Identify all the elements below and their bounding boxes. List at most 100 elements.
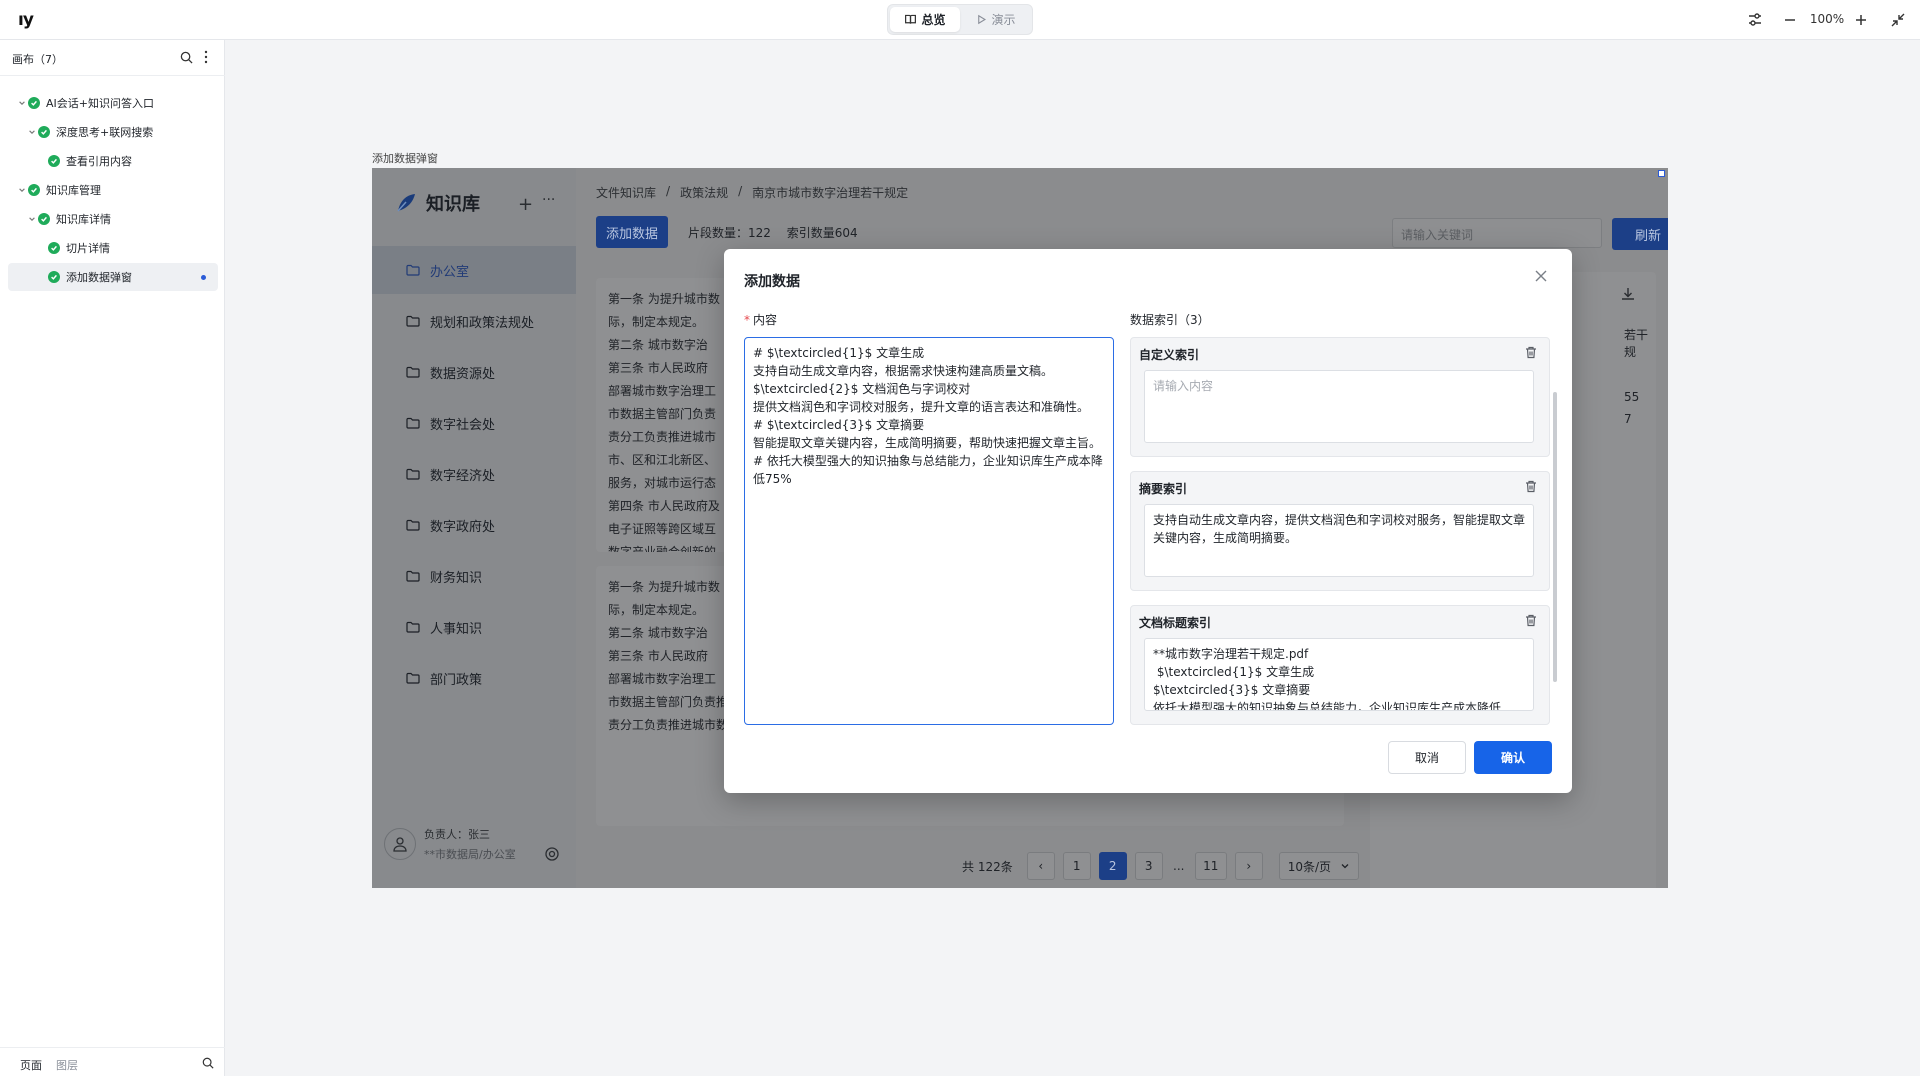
chevron-down-icon[interactable]	[16, 186, 28, 194]
pager-page[interactable]: 11	[1194, 852, 1227, 880]
custom-index-card: 自定义索引 请输入内容	[1130, 337, 1550, 457]
tree-item-label: 查看引用内容	[66, 155, 132, 168]
close-icon[interactable]	[1534, 269, 1548, 283]
tree-item[interactable]: 知识库详情	[8, 205, 218, 233]
breadcrumb-sep: /	[738, 184, 743, 198]
add-icon[interactable]: +	[518, 194, 533, 215]
owner-name: 负责人：张三	[424, 828, 490, 841]
side-nav-item[interactable]: 数据资源处	[372, 348, 576, 396]
pager-page[interactable]: 1	[1062, 852, 1091, 880]
more-vertical-icon[interactable]	[204, 50, 208, 64]
tree-item-label: 添加数据弹窗	[66, 271, 132, 284]
tree-item[interactable]: 查看引用内容	[8, 147, 218, 175]
breadcrumb: 文件知识库 / 政策法规 / 南京市城市数字治理若干规定	[596, 184, 908, 201]
zoom-in-icon[interactable]	[1851, 10, 1871, 30]
tree-item[interactable]: 深度思考+联网搜索	[8, 118, 218, 146]
side-nav-item[interactable]: 财务知识	[372, 552, 576, 600]
custom-index-input[interactable]: 请输入内容	[1144, 370, 1534, 443]
pager-next-icon[interactable]: ›	[1234, 852, 1263, 880]
folder-icon	[406, 264, 420, 276]
index-count: 索引数量604	[786, 226, 858, 240]
app-logo[interactable]: ıy	[18, 10, 34, 30]
breadcrumb-item[interactable]: 政策法规	[680, 184, 728, 201]
chevron-down-icon[interactable]	[26, 128, 38, 136]
side-nav-item[interactable]: 数字经济处	[372, 450, 576, 498]
mode-present-button[interactable]: 演示	[962, 7, 1030, 32]
trash-icon[interactable]	[1525, 480, 1537, 493]
breadcrumb-item[interactable]: 文件知识库	[596, 184, 656, 201]
tab-pages[interactable]: 页面	[20, 1057, 42, 1073]
tree-item[interactable]: 知识库管理	[8, 176, 218, 204]
mode-overview-button[interactable]: 总览	[890, 7, 960, 32]
zoom-level: 100%	[1809, 12, 1845, 26]
check-circle-icon	[28, 184, 40, 196]
keyword-search-input[interactable]: 请输入关键词	[1392, 218, 1602, 248]
side-nav-item[interactable]: 办公室	[372, 246, 576, 294]
tree-item[interactable]: 添加数据弹窗	[8, 263, 218, 291]
side-nav-item[interactable]: 部门政策	[372, 654, 576, 702]
side-nav-label: 数字经济处	[430, 468, 496, 484]
required-mark: *	[744, 313, 750, 327]
check-circle-icon	[38, 126, 50, 138]
check-circle-icon	[48, 155, 60, 167]
pager-prev-icon[interactable]: ‹	[1026, 852, 1055, 880]
tree-item-label: AI会话+知识问答入口	[46, 97, 154, 110]
page-size-select[interactable]: 10条/页	[1278, 852, 1359, 880]
play-icon	[976, 14, 987, 25]
settings-icon[interactable]	[544, 846, 560, 862]
book-icon	[904, 13, 917, 26]
side-nav-label: 财务知识	[430, 570, 483, 586]
modal-scrollbar[interactable]	[1553, 392, 1557, 682]
side-nav-label: 办公室	[430, 264, 470, 280]
doc-title-index-input[interactable]: **城市数字治理若干规定.pdf $\textcircled{1}$ 文章生成 …	[1144, 638, 1534, 711]
summary-index-input[interactable]: 支持自动生成文章内容，提供文档润色和字词校对服务，智能提取文章关键内容，生成简明…	[1144, 504, 1534, 577]
folder-icon	[406, 672, 420, 684]
pager-page-active[interactable]: 2	[1098, 852, 1127, 880]
segment-count: 片段数量：122	[688, 226, 771, 240]
folder-icon	[406, 468, 420, 480]
confirm-button[interactable]: 确认	[1474, 741, 1552, 774]
settings-sliders-icon[interactable]	[1745, 10, 1765, 30]
counts: 片段数量：122 索引数量604	[688, 224, 858, 241]
chevron-down-icon[interactable]	[26, 215, 38, 223]
tree-item[interactable]: AI会话+知识问答入口	[8, 89, 218, 117]
side-nav-item[interactable]: 人事知识	[372, 603, 576, 651]
pager-page[interactable]: 3	[1134, 852, 1163, 880]
collapse-icon[interactable]	[1888, 10, 1908, 30]
pager-total: 共 122条	[962, 859, 1013, 874]
zoom-out-icon[interactable]	[1780, 10, 1800, 30]
more-horizontal-icon[interactable]: ···	[542, 192, 555, 208]
trash-icon[interactable]	[1525, 614, 1537, 627]
search-icon[interactable]	[180, 51, 193, 64]
tab-layers[interactable]: 图层	[56, 1057, 78, 1073]
active-dot	[201, 274, 206, 280]
side-nav-item[interactable]: 数字政府处	[372, 501, 576, 549]
side-nav-label: 人事知识	[430, 621, 483, 637]
trash-icon[interactable]	[1525, 346, 1537, 359]
custom-index-placeholder: 请输入内容	[1153, 379, 1214, 393]
refresh-button[interactable]: 刷新	[1612, 218, 1668, 250]
frame-label[interactable]: 添加数据弹窗	[372, 150, 438, 166]
cancel-button[interactable]: 取消	[1388, 741, 1466, 774]
tree-item-label: 深度思考+联网搜索	[56, 126, 154, 139]
folder-icon	[406, 315, 420, 327]
chevron-down-icon[interactable]	[16, 99, 28, 107]
tree-item-label: 切片详情	[66, 242, 110, 255]
mode-present-label: 演示	[991, 13, 1016, 27]
breadcrumb-sep: /	[666, 184, 671, 198]
tree-item[interactable]: 切片详情	[8, 234, 218, 262]
add-data-button[interactable]: 添加数据	[596, 216, 668, 248]
side-nav-item[interactable]: 数字社会处	[372, 399, 576, 447]
download-icon[interactable]	[1620, 286, 1636, 302]
app-brand-name: 知识库	[426, 194, 480, 215]
folder-icon	[406, 621, 420, 633]
top-bar: ıy 总览 演示 100%	[0, 0, 1920, 40]
divider	[0, 75, 225, 76]
side-nav-item[interactable]: 规划和政策法规处	[372, 297, 576, 345]
content-textarea[interactable]: # $\textcircled{1}$ 文章生成 支持自动生成文章内容，根据需求…	[744, 337, 1114, 725]
folder-icon	[406, 570, 420, 582]
frame-resize-handle[interactable]	[1658, 170, 1665, 177]
mode-overview-label: 总览	[921, 13, 946, 27]
footer-search-icon[interactable]	[202, 1057, 214, 1069]
breadcrumb-current: 南京市城市数字治理若干规定	[752, 186, 909, 200]
